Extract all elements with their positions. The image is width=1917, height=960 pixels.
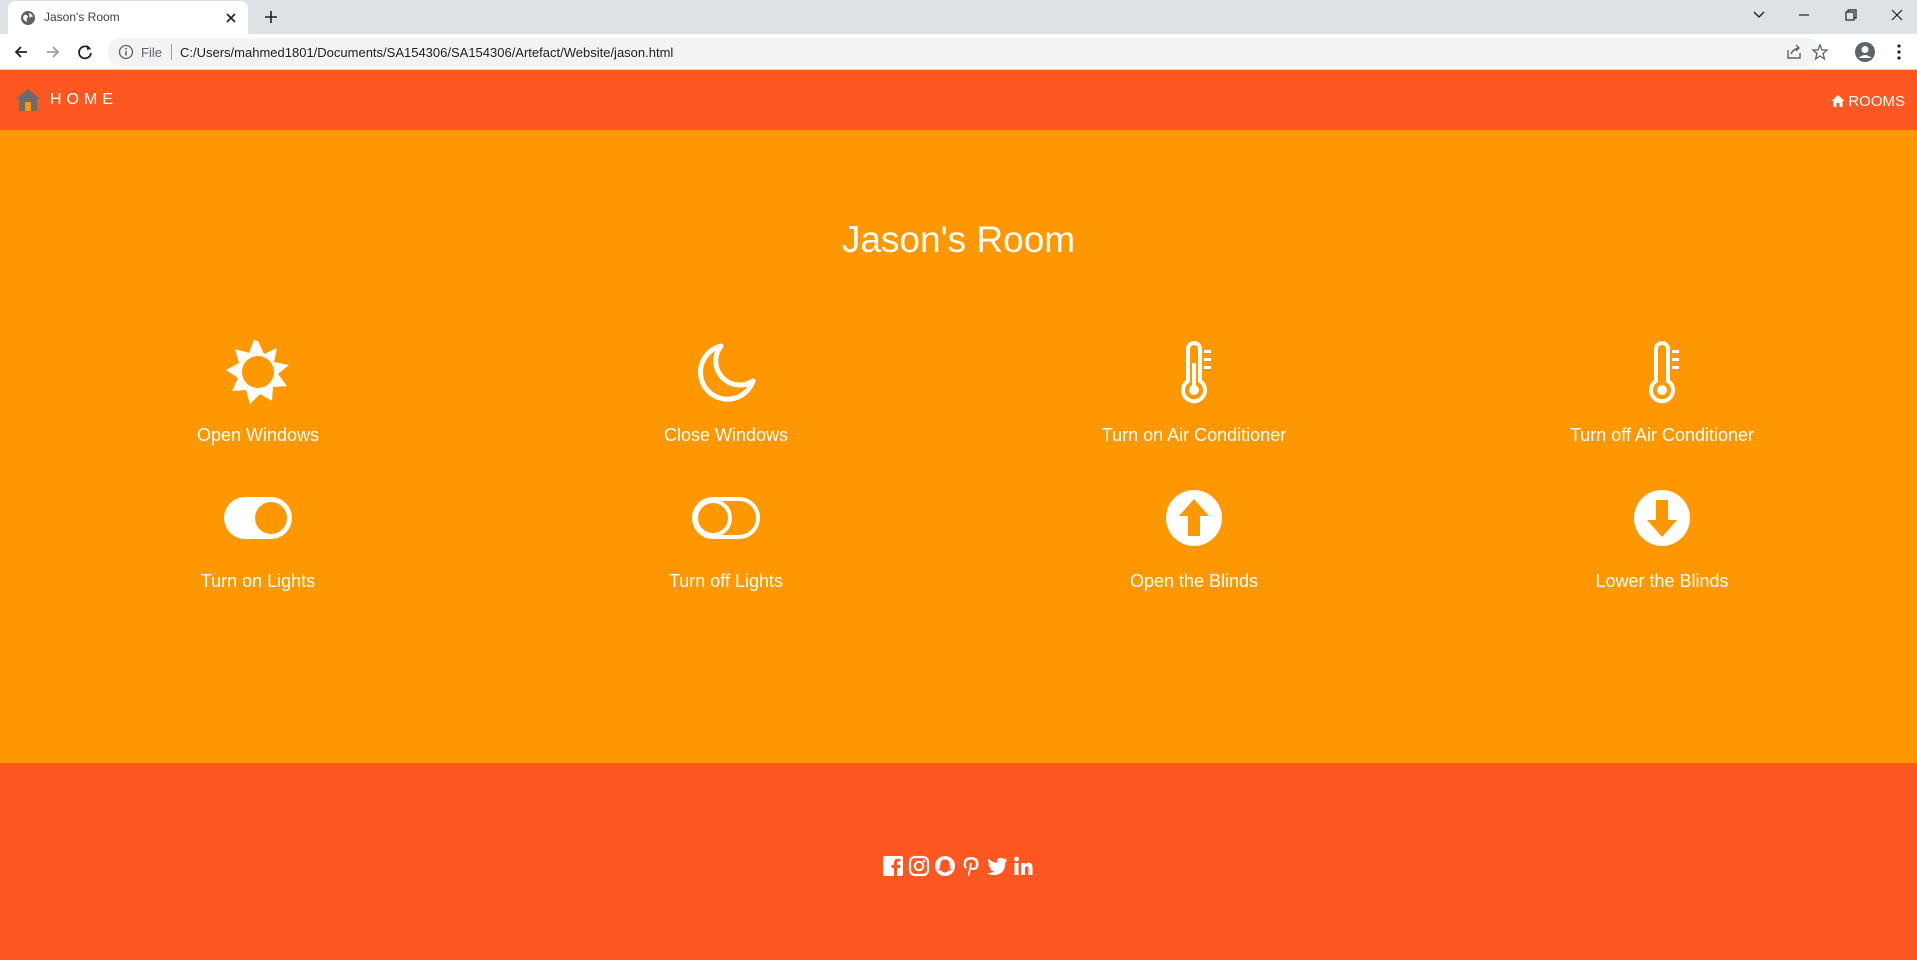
arrow-circle-up-icon	[1166, 490, 1222, 546]
forward-arrow-icon[interactable]	[42, 41, 64, 63]
control-label: Open the Blinds	[1129, 571, 1259, 591]
instagram-icon[interactable]	[908, 855, 930, 877]
url-text[interactable]: C:/Users/mahmed1801/Documents/SA154306/S…	[180, 45, 673, 60]
back-arrow-icon[interactable]	[10, 41, 32, 63]
reload-icon[interactable]	[74, 41, 96, 63]
new-tab-icon[interactable]	[260, 6, 282, 28]
arrow-circle-down-icon	[1634, 490, 1690, 546]
nav-home-link[interactable]: HOME	[50, 91, 118, 109]
toggle-off-icon	[692, 497, 760, 539]
linkedin-icon[interactable]	[1012, 855, 1034, 877]
ac-off-control[interactable]: Turn off Air Conditioner	[1428, 337, 1896, 446]
browser-toolbar: File C:/Users/mahmed1801/Documents/SA154…	[0, 34, 1917, 70]
nav-rooms-link[interactable]: ROOMS	[1831, 91, 1905, 111]
control-label: Turn on Lights	[200, 571, 316, 591]
control-label: Open Windows	[196, 425, 320, 445]
page-title: Jason's Room	[841, 219, 1076, 260]
thermometer-icon	[1181, 341, 1211, 404]
nav-rooms-label: ROOMS	[1848, 92, 1905, 110]
close-window-icon[interactable]	[1884, 4, 1910, 26]
room-controls-section: Jason's Room Open Windows Close Windows …	[0, 130, 1917, 763]
control-label: Close Windows	[663, 425, 789, 445]
blinds-up-control[interactable]: Open the Blinds	[960, 483, 1428, 592]
toggle-on-icon	[224, 497, 292, 539]
more-menu-icon[interactable]	[1888, 41, 1910, 63]
close-tab-icon[interactable]	[222, 9, 240, 27]
moon-icon	[698, 343, 756, 402]
sun-icon	[226, 340, 289, 404]
home-icon	[1831, 95, 1845, 107]
file-scheme-label: File	[141, 45, 162, 60]
restore-icon[interactable]	[1838, 4, 1864, 26]
blinds-down-control[interactable]: Lower the Blinds	[1428, 483, 1896, 592]
twitter-icon[interactable]	[986, 855, 1008, 877]
control-label: Turn off Lights	[668, 571, 784, 591]
address-bar[interactable]: File C:/Users/mahmed1801/Documents/SA154…	[108, 38, 1829, 66]
lights-on-control[interactable]: Turn on Lights	[24, 483, 492, 592]
close-windows-control[interactable]: Close Windows	[492, 337, 960, 446]
lights-off-control[interactable]: Turn off Lights	[492, 483, 960, 592]
control-label: Lower the Blinds	[1595, 571, 1729, 591]
control-label: Turn on Air Conditioner	[1101, 425, 1287, 445]
info-icon[interactable]	[118, 44, 134, 60]
browser-tabstrip: Jason's Room	[0, 0, 1917, 34]
site-footer	[0, 763, 1917, 960]
pinterest-icon[interactable]	[960, 855, 982, 877]
share-icon[interactable]	[1785, 43, 1803, 61]
site-navbar: HOME ROOMS	[0, 70, 1917, 130]
globe-icon	[21, 11, 35, 25]
open-windows-control[interactable]: Open Windows	[24, 337, 492, 446]
social-links	[882, 855, 1038, 877]
minimize-icon[interactable]	[1791, 4, 1817, 26]
thermometer-icon	[1649, 341, 1679, 404]
address-separator	[171, 44, 172, 60]
bookmark-star-icon[interactable]	[1811, 43, 1829, 61]
profile-icon[interactable]	[1854, 41, 1876, 63]
tab-title: Jason's Room	[44, 10, 120, 24]
control-label: Turn off Air Conditioner	[1569, 425, 1755, 445]
tab-search-icon[interactable]	[1746, 4, 1772, 26]
facebook-icon[interactable]	[882, 855, 904, 877]
browser-tab[interactable]: Jason's Room	[8, 1, 248, 34]
snapchat-icon[interactable]	[934, 855, 956, 877]
ac-on-control[interactable]: Turn on Air Conditioner	[960, 337, 1428, 446]
house-logo-icon[interactable]	[15, 87, 41, 113]
